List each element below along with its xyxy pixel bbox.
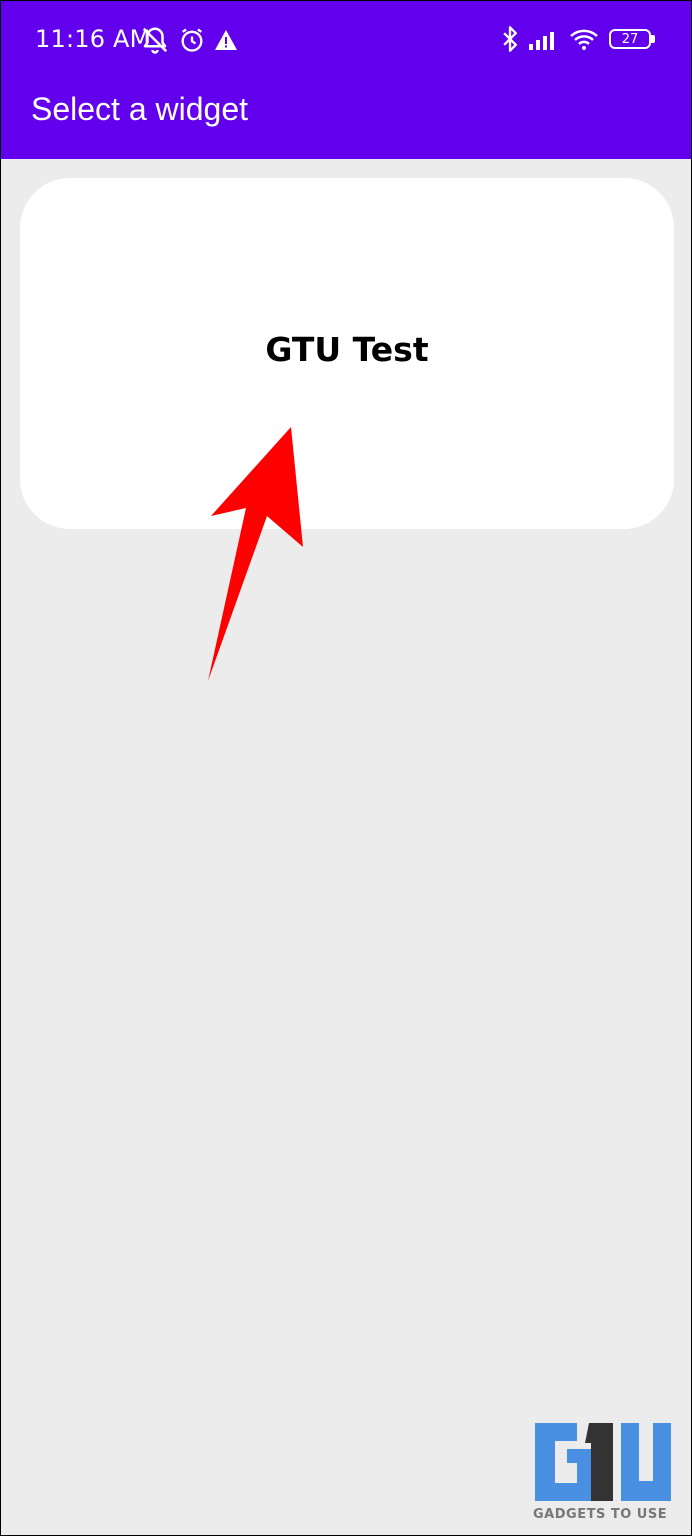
screen: 11:16 AM 27 Select a widget GTU Test GAD… (0, 0, 692, 1536)
logo-brand-text: GADGETS TO USE (533, 1507, 668, 1522)
status-right-icons: 27 (501, 25, 655, 53)
warning-icon (214, 28, 238, 52)
alarm-icon (178, 26, 206, 54)
muted-notifications-icon (140, 25, 170, 55)
g1u-logo-icon (535, 1423, 671, 1501)
signal-icon (529, 28, 559, 50)
gadgets-to-use-logo: GADGETS TO USE (531, 1421, 681, 1531)
bluetooth-icon (501, 25, 519, 53)
app-bar: 11:16 AM 27 Select a widget (1, 1, 691, 159)
widget-card-gtu-test[interactable]: GTU Test (20, 178, 674, 529)
widget-label: GTU Test (265, 330, 429, 369)
page-title: Select a widget (31, 91, 249, 127)
status-time: 11:16 AM (35, 25, 151, 53)
status-left-icons (140, 25, 238, 55)
wifi-icon (569, 27, 599, 51)
status-bar: 11:16 AM 27 (1, 1, 691, 81)
battery-level: 27 (621, 31, 639, 47)
battery-icon: 27 (609, 29, 655, 49)
